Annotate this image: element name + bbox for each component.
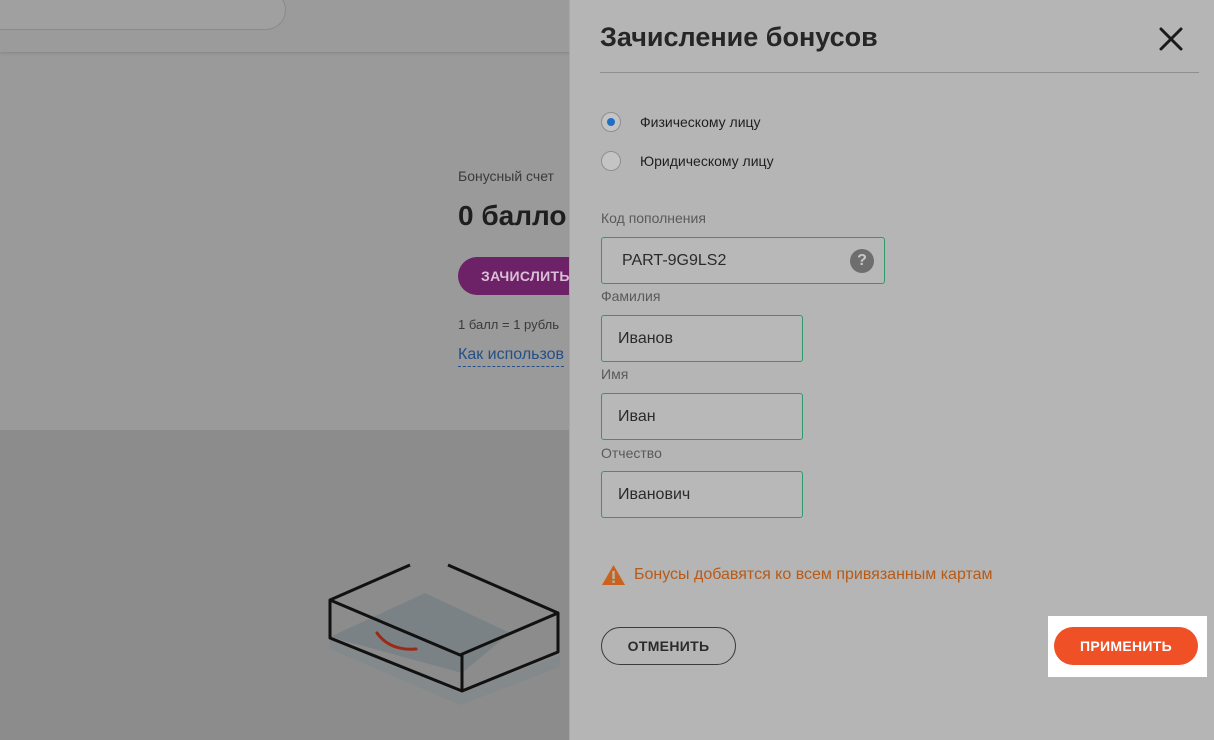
middle-name-input[interactable] [602, 485, 802, 504]
radio-checked-icon[interactable] [601, 112, 621, 132]
last-name-label: Фамилия [601, 288, 661, 304]
first-name-field[interactable] [601, 393, 803, 440]
last-name-field[interactable] [601, 315, 803, 362]
apply-highlight: ПРИМЕНИТЬ [1048, 616, 1207, 677]
code-field[interactable]: ? [601, 237, 885, 284]
bg-bonus-label: Бонусный счет [458, 168, 554, 184]
empty-box-illustration [328, 563, 560, 705]
bg-how-to-link: Как использов [458, 346, 565, 367]
first-name-label: Имя [601, 366, 629, 382]
radio-individual-label: Физическому лицу [640, 114, 761, 130]
radio-legal-entity-label: Юридическому лицу [640, 153, 774, 169]
radio-individual[interactable]: Физическому лицу [601, 112, 761, 132]
apply-button[interactable]: ПРИМЕНИТЬ [1054, 627, 1198, 665]
first-name-input[interactable] [602, 407, 802, 426]
close-icon[interactable] [1156, 24, 1186, 54]
last-name-input[interactable] [602, 329, 802, 348]
code-input[interactable] [602, 251, 832, 270]
panel-title: Зачисление бонусов [600, 22, 878, 52]
warning-text: Бонусы добавятся ко всем привязанным кар… [634, 566, 993, 583]
title-divider [600, 72, 1199, 73]
bg-points: 0 балло [458, 200, 567, 231]
warning-icon [602, 565, 625, 585]
cancel-button[interactable]: ОТМЕНИТЬ [601, 627, 736, 665]
help-icon[interactable]: ? [850, 249, 874, 273]
warning-message: Бонусы добавятся ко всем привязанным кар… [601, 564, 993, 586]
bonus-panel: Зачисление бонусов Физическому лицу Юрид… [569, 0, 1214, 740]
radio-unchecked-icon[interactable] [601, 151, 621, 171]
code-label: Код пополнения [601, 210, 706, 226]
radio-legal-entity[interactable]: Юридическому лицу [601, 151, 774, 171]
middle-name-label: Отчество [601, 445, 662, 461]
bg-rate-text: 1 балл = 1 рубль [458, 317, 559, 332]
middle-name-field[interactable] [601, 471, 803, 518]
bg-search-input [0, 0, 286, 30]
